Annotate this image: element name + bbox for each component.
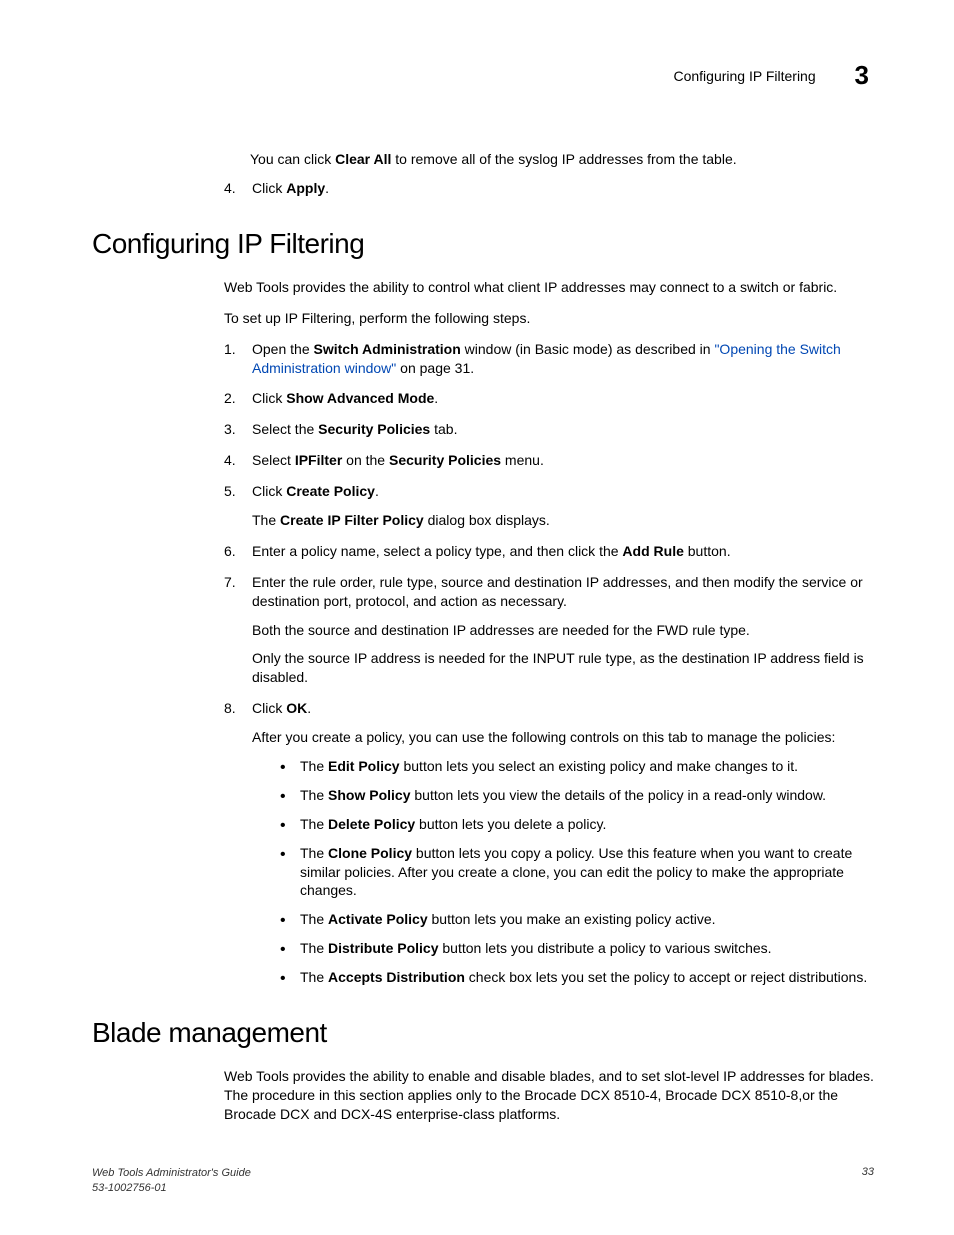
footer-page-number: 33: [862, 1166, 874, 1178]
bullet-edit-policy: The Edit Policy button lets you select a…: [280, 757, 874, 776]
chapter-number: 3: [855, 60, 869, 91]
bullet-distribute-policy: The Distribute Policy button lets you di…: [280, 939, 874, 958]
step-4-apply: 4. Click Apply.: [224, 179, 874, 198]
step-7: 7. Enter the rule order, rule type, sour…: [224, 573, 874, 687]
step-7-sub1: Both the source and destination IP addre…: [252, 621, 874, 640]
policy-controls-list: The Edit Policy button lets you select a…: [280, 757, 874, 987]
bullet-show-policy: The Show Policy button lets you view the…: [280, 786, 874, 805]
page: Configuring IP Filtering 3 You can click…: [0, 0, 954, 1235]
step-7-sub2: Only the source IP address is needed for…: [252, 649, 874, 687]
clear-all-note: You can click Clear All to remove all of…: [250, 151, 874, 167]
bullet-activate-policy: The Activate Policy button lets you make…: [280, 910, 874, 929]
heading-blade-management: Blade management: [92, 1017, 874, 1049]
ipfilter-intro-2: To set up IP Filtering, perform the foll…: [224, 309, 874, 328]
step-8: 8. Click OK. After you create a policy, …: [224, 699, 874, 987]
bullet-clone-policy: The Clone Policy button lets you copy a …: [280, 844, 874, 901]
page-footer: Web Tools Administrator's Guide 53-10027…: [92, 1166, 874, 1195]
footer-docnum: 53-1002756-01: [92, 1182, 167, 1194]
step-8-sub: After you create a policy, you can use t…: [252, 728, 874, 747]
ipfilter-steps: 1. Open the Switch Administration window…: [224, 340, 874, 987]
step-3: 3. Select the Security Policies tab.: [224, 420, 874, 439]
step-4: 4. Select IPFilter on the Security Polic…: [224, 451, 874, 470]
ipfilter-intro-1: Web Tools provides the ability to contro…: [224, 278, 874, 297]
step-2: 2. Click Show Advanced Mode.: [224, 389, 874, 408]
page-header: Configuring IP Filtering 3: [92, 60, 874, 91]
header-title: Configuring IP Filtering: [673, 68, 815, 84]
blade-management-para: Web Tools provides the ability to enable…: [224, 1067, 874, 1124]
prior-steps-continued: 4. Click Apply.: [224, 179, 874, 198]
bullet-accepts-distribution: The Accepts Distribution check box lets …: [280, 968, 874, 987]
heading-configuring-ip-filtering: Configuring IP Filtering: [92, 228, 874, 260]
step-6: 6. Enter a policy name, select a policy …: [224, 542, 874, 561]
step-5: 5. Click Create Policy. The Create IP Fi…: [224, 482, 874, 530]
step-5-sub: The Create IP Filter Policy dialog box d…: [252, 511, 874, 530]
bullet-delete-policy: The Delete Policy button lets you delete…: [280, 815, 874, 834]
footer-guide: Web Tools Administrator's Guide: [92, 1167, 251, 1179]
step-1: 1. Open the Switch Administration window…: [224, 340, 874, 378]
